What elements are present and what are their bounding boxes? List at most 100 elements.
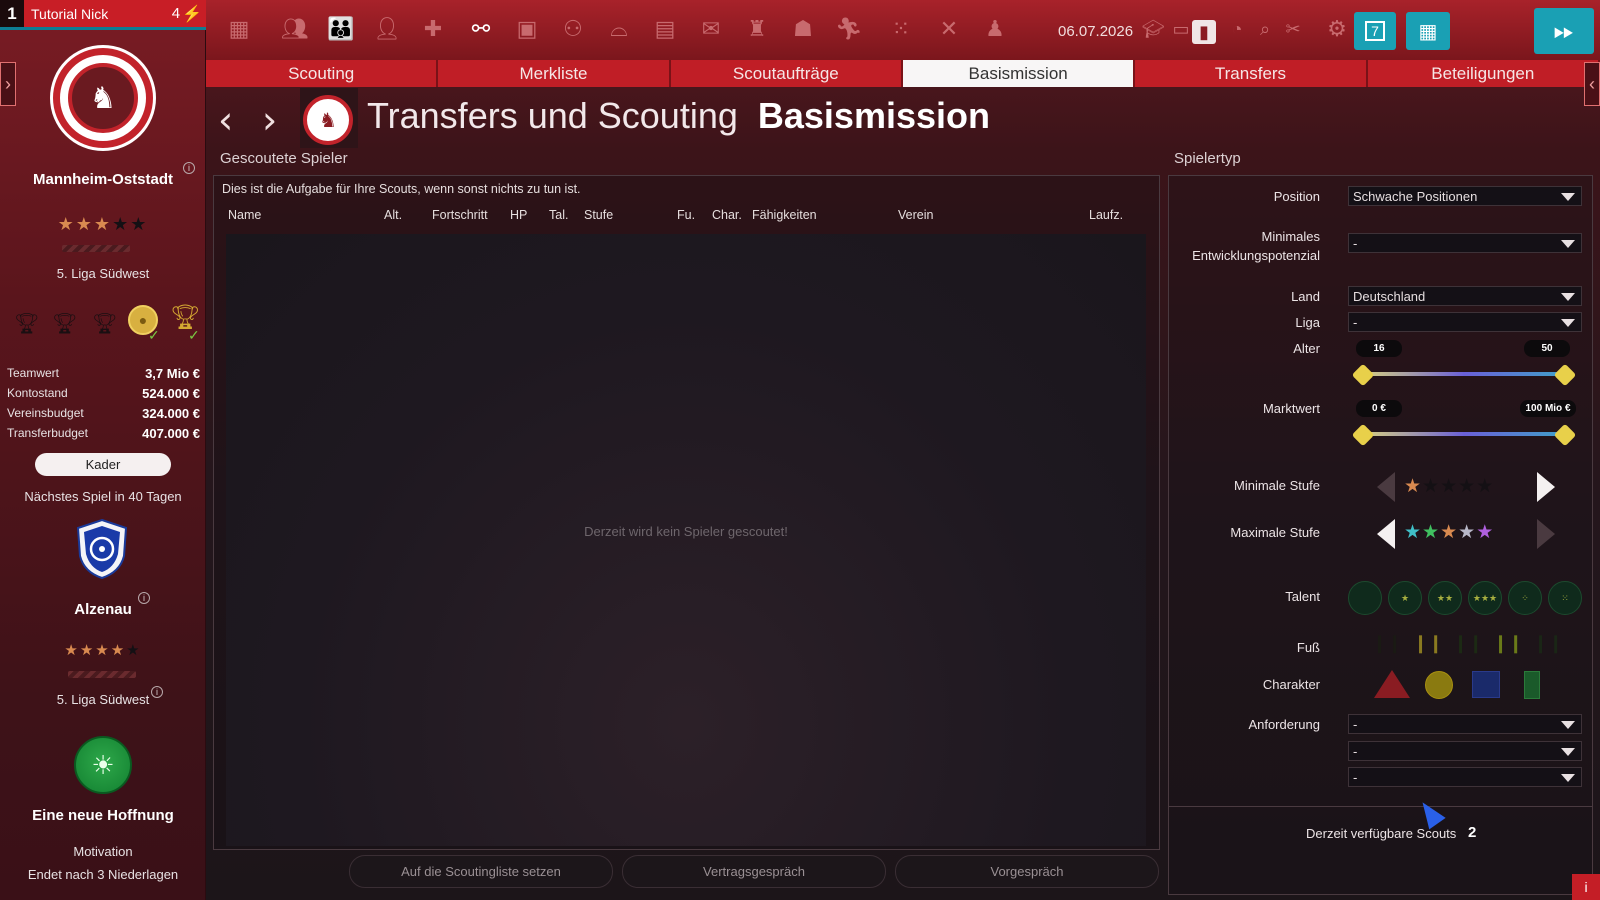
star-icon: ★	[93, 214, 113, 234]
anforderung-dropdown-3[interactable]: -	[1348, 767, 1582, 787]
info-icon[interactable]: i	[138, 592, 150, 604]
talent-4-icon[interactable]: ⁘	[1508, 581, 1542, 615]
talent-0-icon[interactable]	[1348, 581, 1382, 615]
alter-max-value: 50	[1524, 340, 1570, 357]
team-icon[interactable]: 👪︎	[324, 12, 358, 46]
character-square-icon[interactable]	[1472, 671, 1500, 698]
next-game-text: Nächstes Spiel in 40 Tagen	[24, 489, 182, 504]
club-progress-bar	[62, 245, 130, 252]
col-verein[interactable]: Verein	[898, 208, 933, 222]
right-panel-expand-arrow[interactable]: ‹	[1584, 62, 1600, 106]
profile-icon[interactable]: ♟	[978, 12, 1012, 46]
finances-icon[interactable]: ▤	[648, 12, 682, 46]
talent-5-icon[interactable]: ⁙	[1548, 581, 1582, 615]
anforderung-dropdown-1[interactable]: -	[1348, 714, 1582, 734]
anforderung-value: -	[1353, 716, 1358, 732]
award-icon[interactable]: ✂	[1276, 12, 1310, 46]
tab-basismission[interactable]: Basismission	[902, 60, 1136, 87]
pre-talk-button[interactable]: Vorgespräch	[895, 855, 1159, 888]
info-icon[interactable]: i	[151, 686, 163, 698]
medical-icon[interactable]: ✚	[416, 12, 450, 46]
info-icon[interactable]: i	[183, 162, 195, 174]
col-talent[interactable]: Tal.	[549, 208, 568, 222]
fitness-icon[interactable]: 🏃︎	[832, 12, 866, 46]
forward-arrow-icon[interactable]: ›	[262, 98, 277, 142]
info-corner-icon[interactable]: i	[1572, 874, 1600, 900]
foot-right-icon[interactable]: ❙❙	[1413, 633, 1443, 654]
talent-2-icon[interactable]: ★★	[1428, 581, 1462, 615]
bolt-icon: ⚡	[182, 5, 202, 23]
character-rectangle-icon[interactable]	[1524, 671, 1540, 699]
col-fuss[interactable]: Fu.	[677, 208, 695, 222]
alter-slider-track[interactable]	[1363, 372, 1565, 376]
anforderung-dropdown-2[interactable]: -	[1348, 741, 1582, 761]
tab-scouting[interactable]: Scouting	[206, 60, 439, 87]
continue-button[interactable]: ⏩︎	[1534, 8, 1594, 54]
opponent-crest[interactable]	[74, 518, 130, 580]
formation-icon[interactable]: ⁙	[884, 12, 918, 46]
tactics-board-icon[interactable]: ▦	[222, 12, 256, 46]
calendar-icon[interactable]: ▣	[510, 12, 544, 46]
position-dropdown[interactable]: Schwache Positionen	[1348, 186, 1582, 206]
kader-button[interactable]: Kader	[35, 453, 171, 476]
youth-icon[interactable]: ☗	[786, 12, 820, 46]
stats-chart-icon[interactable]: ▮	[1192, 20, 1216, 44]
contract-talk-button[interactable]: Vertragsgespräch	[622, 855, 886, 888]
star-icon: ★	[64, 642, 80, 659]
page-title-sub: Basismission	[757, 95, 990, 136]
user-bar[interactable]: 1 Tutorial Nick 4 ⚡	[0, 0, 206, 27]
col-charakter[interactable]: Char.	[712, 208, 742, 222]
sponsors-icon[interactable]: ✉	[694, 12, 728, 46]
training-icon[interactable]: ⚇	[556, 12, 590, 46]
land-dropdown[interactable]: Deutschland	[1348, 286, 1582, 306]
position-value: Schwache Positionen	[1353, 188, 1478, 204]
staff-icon[interactable]: 👤︎	[370, 12, 404, 46]
dev-potential-dropdown[interactable]: -	[1348, 233, 1582, 253]
back-arrow-icon[interactable]: ‹	[218, 98, 233, 142]
stadium-icon[interactable]: ⌓	[602, 12, 636, 46]
add-to-scoutlist-button[interactable]: Auf die Scoutingliste setzen	[349, 855, 613, 888]
talent-1-icon[interactable]: ★	[1388, 581, 1422, 615]
character-circle-icon[interactable]	[1425, 671, 1453, 699]
col-laufzeit[interactable]: Laufz.	[1089, 208, 1123, 222]
marktwert-slider-track[interactable]	[1363, 432, 1565, 436]
sidebar-expand-arrow[interactable]: ›	[0, 62, 16, 106]
club-name: Mannheim-Oststadt	[32, 171, 173, 188]
foot-both-strong-icon[interactable]: ❙❙	[1533, 633, 1563, 654]
character-triangle-icon[interactable]	[1374, 670, 1410, 698]
scouting-binoculars-icon[interactable]: ⚯	[464, 12, 498, 46]
col-alter[interactable]: Alt.	[384, 208, 402, 222]
foot-both-icon[interactable]: ❙❙	[1493, 633, 1523, 654]
liga-dropdown[interactable]: -	[1348, 312, 1582, 332]
max-stufe-increase[interactable]	[1537, 519, 1555, 549]
col-hp[interactable]: HP	[510, 208, 527, 222]
foot-left-icon[interactable]: ❙❙	[1372, 633, 1402, 654]
tab-merkliste[interactable]: Merkliste	[438, 60, 671, 87]
squad-icon[interactable]: 👥︎	[278, 12, 312, 46]
tab-beteiligungen[interactable]: Beteiligungen	[1368, 60, 1600, 87]
min-stufe-decrease[interactable]	[1377, 472, 1395, 502]
tab-transfers[interactable]: Transfers	[1135, 60, 1368, 87]
gear-icon[interactable]: ⚙	[1320, 12, 1354, 46]
min-stufe-increase[interactable]	[1537, 472, 1555, 502]
tactics-icon[interactable]: ✕	[932, 12, 966, 46]
foot-both-weak-icon[interactable]: ❙❙	[1453, 633, 1483, 654]
check-icon: ✓	[188, 327, 200, 343]
calendar-month-button[interactable]: ▦	[1406, 12, 1450, 50]
calendar-day-button[interactable]: 7	[1354, 12, 1396, 50]
col-name[interactable]: Name	[228, 208, 261, 222]
col-faehigkeiten[interactable]: Fähigkeiten	[752, 208, 817, 222]
calendar-day-icon: 7	[1365, 21, 1385, 41]
max-stufe-decrease[interactable]	[1377, 519, 1395, 549]
anforderung-value: -	[1353, 769, 1358, 785]
min-stufe-label: Minimale Stufe	[1234, 478, 1320, 493]
col-stufe[interactable]: Stufe	[584, 208, 613, 222]
position-label: Position	[1273, 189, 1320, 204]
col-fortschritt[interactable]: Fortschritt	[432, 208, 488, 222]
tab-scoutauftraege[interactable]: Scoutaufträge	[671, 60, 903, 87]
club-crest[interactable]: ♞	[53, 48, 153, 148]
talent-3-icon[interactable]: ★★★	[1468, 581, 1502, 615]
jersey-icon[interactable]: ♜	[740, 12, 774, 46]
sunrise-icon[interactable]: ☀	[74, 736, 132, 794]
finance-value: 324.000 €	[142, 406, 200, 421]
